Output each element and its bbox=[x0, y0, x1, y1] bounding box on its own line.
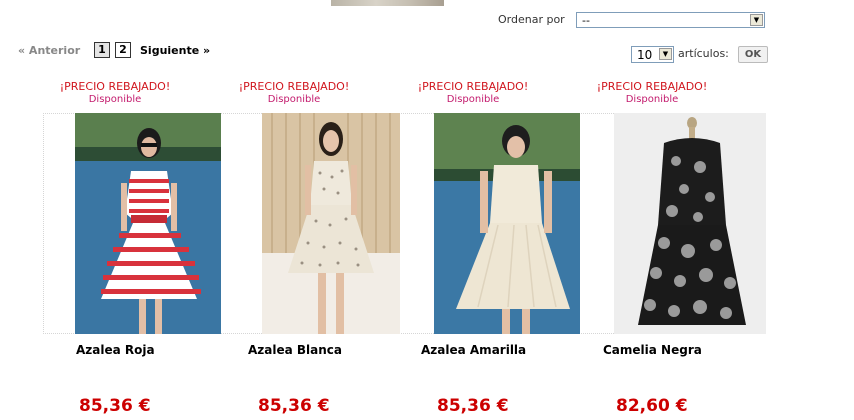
product-price: 85,36 € bbox=[79, 396, 151, 416]
discount-label: ¡PRECIO REBAJADO! bbox=[417, 80, 529, 93]
product-name-link[interactable]: Azalea Amarilla bbox=[421, 343, 526, 357]
sort-selected-value: -- bbox=[582, 14, 590, 27]
top-banner-image-fragment bbox=[331, 0, 444, 6]
sort-label: Ordenar por bbox=[498, 13, 565, 26]
previous-page-link[interactable]: « Anterior bbox=[18, 44, 80, 57]
availability-label: Disponible bbox=[267, 94, 321, 105]
next-page-link[interactable]: Siguiente » bbox=[140, 44, 210, 57]
product-price: 85,36 € bbox=[437, 396, 509, 416]
chevron-down-icon[interactable]: ▼ bbox=[750, 14, 763, 26]
product-name-link[interactable]: Azalea Blanca bbox=[248, 343, 342, 357]
product-price: 85,36 € bbox=[258, 396, 330, 416]
chevron-down-icon[interactable]: ▼ bbox=[659, 48, 672, 60]
availability-label: Disponible bbox=[446, 94, 500, 105]
discount-label: ¡PRECIO REBAJADO! bbox=[59, 80, 171, 93]
items-per-page-label: artículos: bbox=[678, 47, 729, 60]
product-image-link[interactable] bbox=[434, 113, 580, 334]
product-image-link[interactable] bbox=[262, 113, 400, 334]
sort-select[interactable]: -- ▼ bbox=[576, 12, 765, 28]
items-per-page-value: 10 bbox=[637, 48, 653, 62]
items-per-page-select[interactable]: 10 ▼ bbox=[631, 46, 674, 63]
discount-label: ¡PRECIO REBAJADO! bbox=[596, 80, 708, 93]
product-name-link[interactable]: Camelia Negra bbox=[603, 343, 702, 357]
product-image-link[interactable] bbox=[75, 113, 221, 334]
product-name-link[interactable]: Azalea Roja bbox=[76, 343, 155, 357]
product-image-link[interactable] bbox=[614, 113, 766, 334]
availability-label: Disponible bbox=[88, 94, 142, 105]
ok-button[interactable]: OK bbox=[738, 46, 768, 63]
availability-label: Disponible bbox=[625, 94, 679, 105]
discount-label: ¡PRECIO REBAJADO! bbox=[238, 80, 350, 93]
product-price: 82,60 € bbox=[616, 396, 688, 416]
page-1-button[interactable]: 1 bbox=[94, 42, 110, 58]
page-2-button[interactable]: 2 bbox=[115, 42, 131, 58]
